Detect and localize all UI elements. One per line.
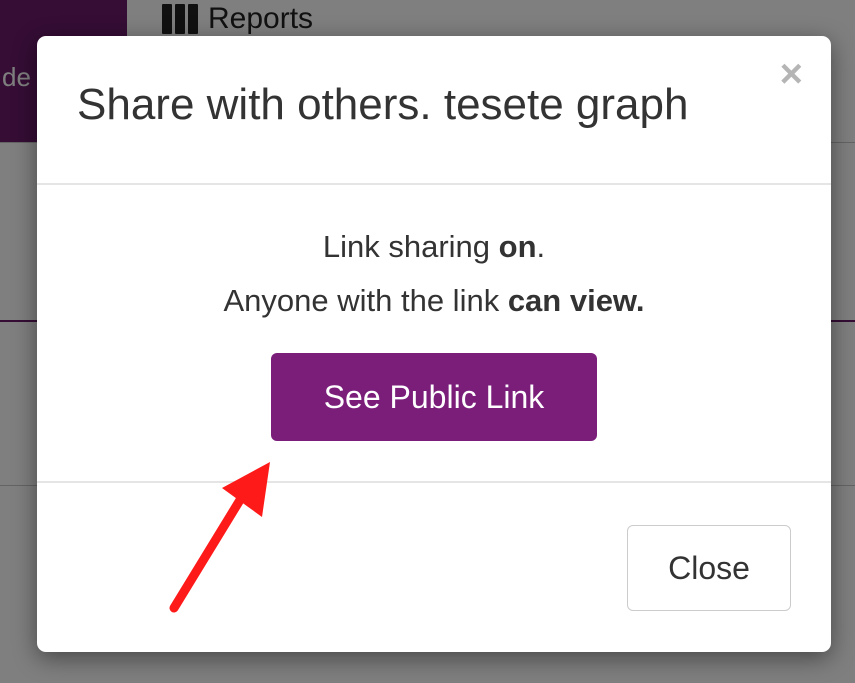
close-icon[interactable]: × bbox=[780, 54, 803, 94]
close-button[interactable]: Close bbox=[627, 525, 791, 611]
sharing-status-text: Link sharing on. bbox=[37, 229, 831, 265]
modal-header: Share with others. tesete graph × bbox=[37, 36, 831, 185]
share-modal: Share with others. tesete graph × Link s… bbox=[37, 36, 831, 652]
sharing-status-suffix: . bbox=[536, 229, 546, 264]
sharing-status-prefix: Link sharing bbox=[322, 229, 499, 264]
see-public-link-button[interactable]: See Public Link bbox=[271, 353, 597, 441]
permission-text: Anyone with the link can view. bbox=[37, 283, 831, 319]
modal-title: Share with others. tesete graph bbox=[77, 80, 689, 129]
modal-footer: Close bbox=[37, 481, 831, 652]
sharing-status-value: on bbox=[498, 229, 537, 264]
permission-value: can view. bbox=[507, 283, 645, 318]
permission-prefix: Anyone with the link bbox=[223, 283, 508, 318]
modal-body: Link sharing on. Anyone with the link ca… bbox=[37, 185, 831, 481]
